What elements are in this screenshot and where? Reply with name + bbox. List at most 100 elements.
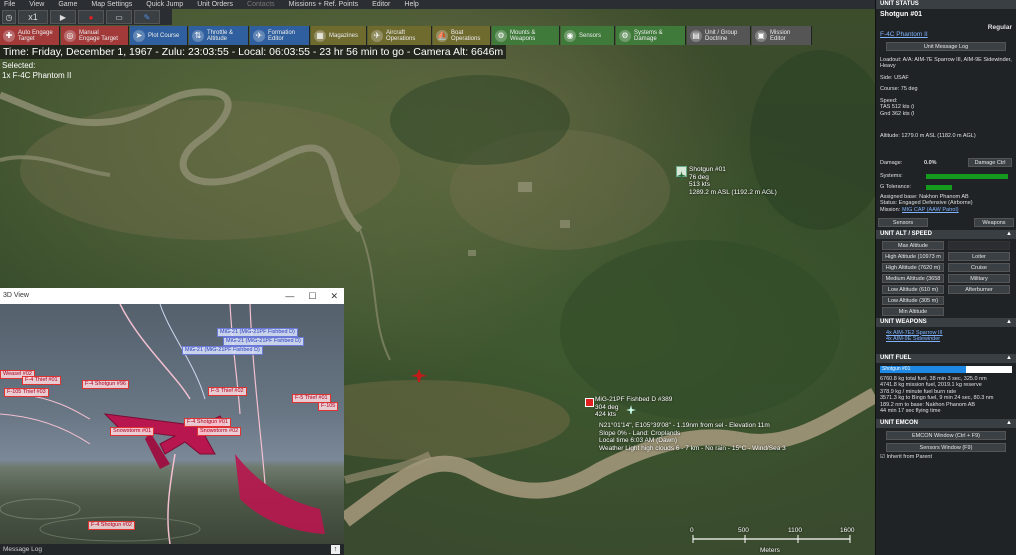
menu-game[interactable]: Game	[58, 0, 77, 9]
3d-unit-label[interactable]: F-105 Thief #03	[4, 388, 49, 397]
menu-file[interactable]: File	[4, 0, 15, 9]
weapon-item[interactable]: 4x AIM-9E Sidewinder	[876, 336, 1016, 343]
message-log-bar[interactable]: Message Log ↑	[0, 544, 344, 555]
menu-map-settings[interactable]: Map Settings	[91, 0, 132, 9]
shotgun-label: Shotgun #01 76 deg 513 kts 1289.2 m ASL …	[689, 166, 777, 196]
unit-message-log-button[interactable]: Unit Message Log	[886, 41, 1006, 51]
3d-unit-label[interactable]: F-105	[318, 402, 339, 411]
toolbar-button-6[interactable]: ✈ Aircraft Operations	[368, 26, 432, 45]
3d-scene[interactable]: MiG-21 (MiG-21PF Fishbed D) MiG-21 (MiG-…	[0, 304, 344, 544]
toolbar-button-label: Plot Course	[148, 32, 180, 39]
alt-speed-controls: Max Altitude High Altitude (10973 m High…	[876, 239, 1016, 316]
save-icon[interactable]: ▭	[106, 10, 132, 24]
menu-help[interactable]: Help	[404, 0, 418, 9]
3d-unit-label[interactable]: F-4 Thief #01	[22, 376, 61, 385]
3d-unit-label[interactable]: F-4 Shotgun #02	[88, 521, 135, 530]
menu-editor[interactable]: Editor	[372, 0, 390, 9]
toolbar-button-12[interactable]: ▣ Mission Editor	[752, 26, 812, 45]
menu-contacts[interactable]: Contacts	[247, 0, 275, 9]
weapons-header[interactable]: UNIT WEAPONS ▲	[876, 317, 1016, 327]
3d-unit-label[interactable]: F-5 Thief #02	[208, 387, 247, 396]
toolbar-button-0[interactable]: ✚ Auto Engage Target	[0, 26, 60, 45]
boat-icon: ⛵	[436, 29, 448, 42]
speed-multiplier[interactable]: x1	[18, 10, 48, 24]
play-icon[interactable]: ▶	[50, 10, 76, 24]
3d-view-titlebar[interactable]: 3D View — ☐ ✕	[0, 288, 344, 304]
menu-quick-jump[interactable]: Quick Jump	[146, 0, 183, 9]
maximize-icon[interactable]: ☐	[308, 288, 316, 304]
expand-up-icon[interactable]: ↑	[331, 545, 340, 554]
toolbar-button-5[interactable]: ▦ Magazines	[311, 26, 367, 45]
unit-status-header[interactable]: UNIT STATUS	[876, 0, 1016, 9]
menu-view[interactable]: View	[29, 0, 44, 9]
toolbar-button-label: Formation Editor	[268, 29, 296, 42]
emcon-window-button[interactable]: EMCON Window (Ctrl + F9)	[886, 430, 1006, 440]
medium-altitude-button[interactable]: Medium Altitude (3658	[882, 273, 944, 283]
3d-unit-label[interactable]: Snowstorm #02	[197, 427, 242, 436]
toolbar-button-2[interactable]: ➤ Plot Course	[130, 26, 188, 45]
editor-icon[interactable]: ✎	[134, 10, 160, 24]
low-altitude-1-button[interactable]: Low Altitude (610 m)	[882, 284, 944, 294]
toolbar-button-1[interactable]: ◎ Manual Engage Target	[61, 26, 129, 45]
menu-unit-orders[interactable]: Unit Orders	[197, 0, 233, 9]
unit-name: Shotgun #01	[880, 11, 923, 18]
altitude-text: Altitude: 1279.0 m ASL (1182.0 m AGL)	[880, 133, 976, 139]
loadout-text: Loadout: A/A: AIM-7E Sparrow III, AIM-9E…	[880, 56, 1012, 70]
toolbar-button-4[interactable]: ✈ Formation Editor	[250, 26, 310, 45]
mig-contact-icon[interactable]	[585, 398, 594, 407]
crosshair-icon: ✚	[3, 29, 15, 42]
min-altitude-button[interactable]: Min Altitude	[882, 306, 944, 316]
record-icon[interactable]: ●	[78, 10, 104, 24]
time-toolbar: ◷ x1 ▶ ● ▭ ✎	[0, 9, 172, 25]
loiter-button[interactable]: Loiter	[948, 251, 1010, 261]
3d-contact-label[interactable]: MiG-21 (MiG-21PF Fishbed D)	[182, 346, 263, 355]
3d-unit-label[interactable]: F-4 Shotgun #01	[184, 418, 231, 427]
inherit-checkbox[interactable]: ☑ Inherit from Parent	[876, 454, 1016, 461]
toolbar-button-label: Aircraft Operations	[386, 29, 416, 42]
fuel-header[interactable]: UNIT FUEL ▲	[876, 353, 1016, 363]
damage-control-button[interactable]: Damage Ctrl	[968, 157, 1012, 167]
military-button[interactable]: Military	[948, 273, 1010, 283]
3d-contact-label[interactable]: MiG-21 (MiG-21PF Fishbed D)	[217, 328, 298, 337]
emcon-header[interactable]: UNIT EMCON ▲	[876, 418, 1016, 428]
systems-bar	[926, 173, 1008, 179]
sensors-window-button[interactable]: Sensors Window (F9)	[886, 442, 1006, 452]
message-log-label: Message Log	[3, 546, 43, 553]
toolbar-button-8[interactable]: ⚙ Mounts & Weapons	[492, 26, 560, 45]
command-toolbar: ✚ Auto Engage Target ◎ Manual Engage Target…	[0, 26, 875, 45]
toolbar-button-label: Mounts & Weapons	[510, 29, 536, 42]
high-altitude-2-button[interactable]: High Altitude (7620 m)	[882, 262, 944, 272]
toolbar-button-label: Auto Engage Target	[18, 29, 53, 42]
afterburner-button[interactable]: Afterburner	[948, 284, 1010, 294]
hostile-aircraft-icon[interactable]	[411, 369, 427, 383]
toolbar-button-3[interactable]: ⇅ Throttle & Altitude	[189, 26, 249, 45]
3d-contact-label[interactable]: MiG-21 (MiG-21PF Fishbed D)	[223, 337, 304, 346]
max-altitude-button[interactable]: Max Altitude	[882, 240, 944, 250]
g-tolerance-bar	[926, 184, 952, 190]
toolbar-button-label: Boat Operations	[451, 29, 481, 42]
weapons-button[interactable]: Weapons	[974, 217, 1014, 227]
selection-info: Selected: 1x F-4C Phantom II	[2, 61, 71, 81]
close-icon[interactable]: ✕	[330, 288, 338, 304]
toolbar-button-10[interactable]: ⚙ Systems & Damage	[616, 26, 686, 45]
low-altitude-2-button[interactable]: Low Altitude (305 m)	[882, 295, 944, 305]
high-altitude-1-button[interactable]: High Altitude (10973 m	[882, 251, 944, 261]
speed-blank-button[interactable]	[948, 240, 1010, 250]
clock-icon[interactable]: ◷	[2, 10, 16, 24]
alt-speed-header[interactable]: UNIT ALT / SPEED ▲	[876, 229, 1016, 239]
fuel-bar-label: Shotgun #01	[882, 365, 911, 372]
toolbar-button-11[interactable]: ▤ Unit / Group Doctrine	[687, 26, 751, 45]
cruise-button[interactable]: Cruise	[948, 262, 1010, 272]
minimize-icon[interactable]: —	[285, 288, 294, 304]
sensors-button[interactable]: Sensors	[878, 217, 928, 227]
3d-unit-label[interactable]: Snowstorm #01	[110, 427, 155, 436]
toolbar-button-9[interactable]: ◉ Sensors	[561, 26, 615, 45]
3d-view-window[interactable]: 3D View — ☐ ✕ MiG-21 (MiG-21PF Fishbed D	[0, 288, 344, 544]
menu-missions[interactable]: Missions + Ref. Points	[289, 0, 358, 9]
chevron-up-icon: ▲	[1006, 354, 1012, 361]
toolbar-button-label: Throttle & Altitude	[207, 29, 234, 42]
friendly-aircraft-icon[interactable]	[676, 166, 687, 180]
toolbar-button-7[interactable]: ⛵ Boat Operations	[433, 26, 491, 45]
chevron-up-icon: ▲	[1006, 230, 1012, 237]
3d-unit-label[interactable]: F-4 Shotgun #96	[82, 380, 129, 389]
